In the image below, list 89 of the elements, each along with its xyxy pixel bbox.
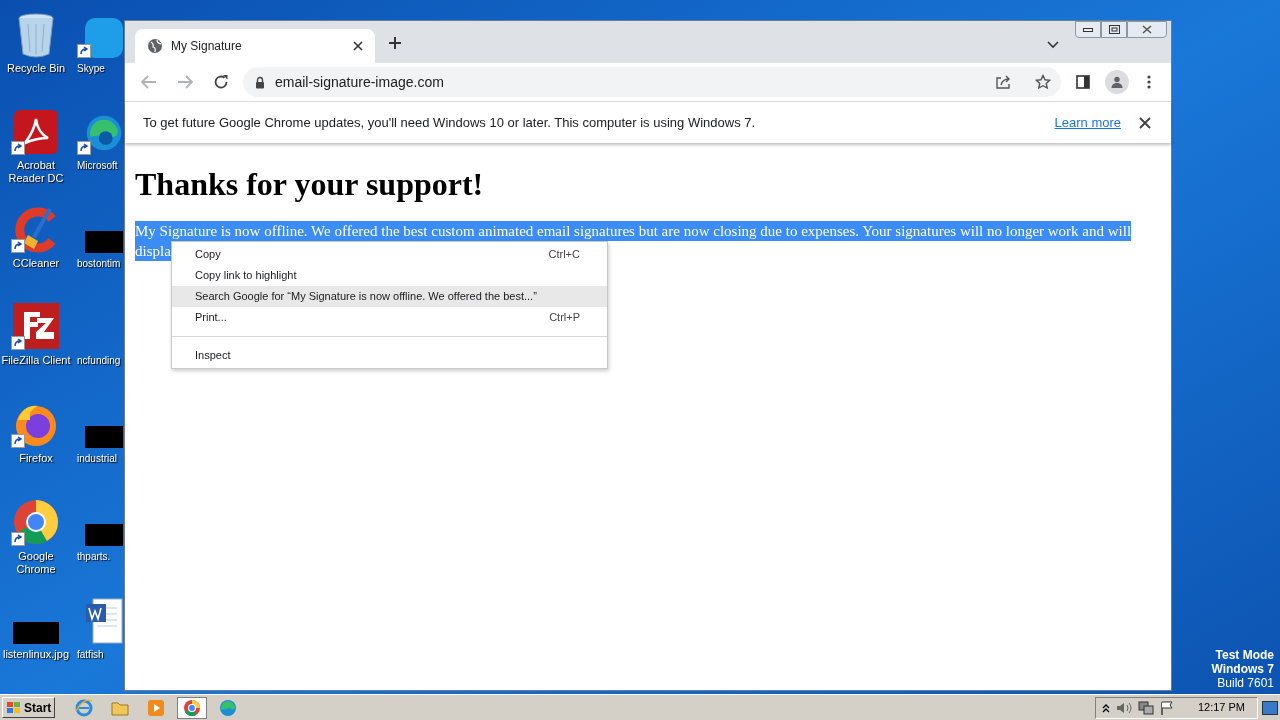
desktop-icon[interactable]: Google Chrome — [0, 496, 72, 576]
more-vertical-icon — [1147, 75, 1151, 89]
icon-label: ncfunding — [77, 354, 121, 367]
fz-logo-icon — [12, 302, 60, 350]
icon-label: Microsoft — [77, 159, 118, 172]
icon-label: Google Chrome — [15, 550, 57, 576]
learn-more-link[interactable]: Learn more — [1054, 112, 1121, 133]
tab-title: My Signature — [171, 38, 243, 55]
person-icon — [1111, 76, 1123, 88]
image-placeholder — [13, 622, 59, 644]
icon-label: listenlinux.jpg — [2, 648, 69, 661]
icon-label: Acrobat Reader DC — [7, 159, 65, 185]
desktop-icon[interactable]: fatfish — [77, 594, 123, 661]
close-infobar-button[interactable] — [1137, 114, 1153, 131]
wave-logo-icon — [219, 698, 238, 717]
desktop-icon[interactable]: bostontim — [77, 203, 123, 270]
arrow-right-icon — [177, 75, 193, 89]
menu-item[interactable]: Inspect — [172, 345, 607, 366]
image-placeholder — [85, 524, 123, 546]
e-logo-icon — [75, 698, 94, 717]
image-placeholder — [85, 231, 123, 253]
star-icon[interactable] — [1035, 74, 1051, 90]
minimize-button[interactable] — [1075, 21, 1101, 38]
browser-tab[interactable]: My Signature — [135, 29, 375, 63]
close-icon — [1142, 25, 1152, 34]
arrow-left-icon — [141, 75, 157, 89]
info-message: To get future Google Chrome updates, you'll need Windows 10 or later. This computer is using Windows 7. — [143, 113, 757, 132]
start-button[interactable]: Start — [2, 697, 56, 718]
system-text: Windows 7 — [1211, 662, 1274, 676]
desktop-icon[interactable]: thparts. — [77, 496, 123, 563]
folder-icon — [111, 699, 130, 716]
url-text: email-signature-image.com — [275, 72, 445, 92]
desktop-icon[interactable]: listenlinux.jpg — [0, 594, 72, 661]
clock-text: 12:17 PM — [1197, 700, 1245, 716]
close-icon[interactable] — [353, 41, 363, 51]
taskbar-app-button[interactable] — [177, 696, 208, 719]
icon-label: Recycle Bin — [6, 62, 66, 75]
play-icon — [147, 698, 166, 717]
lock-icon — [255, 75, 265, 89]
chevron-up-icon[interactable] — [1101, 702, 1110, 713]
desktop-icon[interactable]: Skype — [77, 8, 123, 75]
minimize-icon — [1083, 27, 1093, 32]
close-button[interactable] — [1127, 21, 1167, 38]
menu-item[interactable]: Search Google for “My Signature is now offline. We offered the best...” — [172, 286, 607, 307]
icon-label: fatfish — [77, 648, 104, 661]
plus-icon — [388, 36, 402, 50]
icon-label: Skype — [77, 62, 105, 75]
icon-label: FileZilla Client — [1, 354, 71, 367]
icon-label: bostontim — [77, 257, 121, 270]
desktop-icon[interactable]: ncfunding — [77, 300, 123, 367]
pdf-logo-icon — [13, 109, 59, 155]
page-heading: Thanks for your support! — [135, 165, 485, 203]
profile-button[interactable] — [1105, 70, 1129, 94]
selected-paragraph-text: displa — [135, 241, 171, 261]
menu-item[interactable]: Copy link to highlight — [172, 265, 607, 286]
chrome-logo-icon — [12, 498, 60, 546]
icon-label: CCleaner — [12, 257, 60, 270]
show-desktop-button[interactable] — [1262, 700, 1278, 715]
windows-logo-icon — [6, 700, 22, 715]
reload-icon — [213, 74, 229, 90]
selected-paragraph-text: My Signature is now offline. We offered the best custom animated email signatures but are now closing due to expenses. Your signatures will no longer work and will — [135, 221, 1132, 241]
chrome-logo-icon — [183, 698, 202, 717]
menu-item[interactable]: Copy Ctrl+C — [172, 244, 607, 265]
address-bar[interactable]: email-signature-image.com — [243, 67, 1061, 97]
restore-icon — [1108, 25, 1120, 34]
speaker-icon[interactable] — [1115, 700, 1132, 715]
share-icon[interactable] — [995, 74, 1011, 90]
image-placeholder — [85, 426, 123, 448]
network-icon[interactable] — [1137, 700, 1154, 715]
icon-label: thparts. — [77, 550, 111, 563]
desktop-icon[interactable]: FileZilla Client — [0, 300, 72, 367]
desktop-icon[interactable]: Firefox — [0, 398, 72, 465]
system-text: Build 7601 — [1217, 676, 1274, 690]
maximize-button[interactable] — [1101, 21, 1127, 38]
icon-label: Firefox — [19, 452, 53, 465]
desktop-icon[interactable]: CCleaner — [0, 203, 72, 270]
desktop-icon[interactable]: Acrobat Reader DC — [0, 105, 72, 185]
chevron-down-icon — [1047, 41, 1059, 49]
recycle-bin-icon — [16, 12, 56, 58]
flag-icon[interactable] — [1159, 700, 1176, 715]
desktop-icon[interactable]: Microsoft — [77, 105, 123, 172]
menu-item[interactable]: Print... Ctrl+P — [172, 307, 607, 328]
system-text: Test Mode — [1215, 648, 1274, 662]
globe-icon — [147, 38, 163, 54]
desktop-icon[interactable]: Recycle Bin — [0, 8, 72, 75]
close-icon — [1139, 116, 1151, 129]
side-panel-icon — [1076, 75, 1090, 89]
icon-label: industrial — [77, 452, 118, 465]
desktop-icon[interactable]: industrial — [77, 398, 123, 465]
